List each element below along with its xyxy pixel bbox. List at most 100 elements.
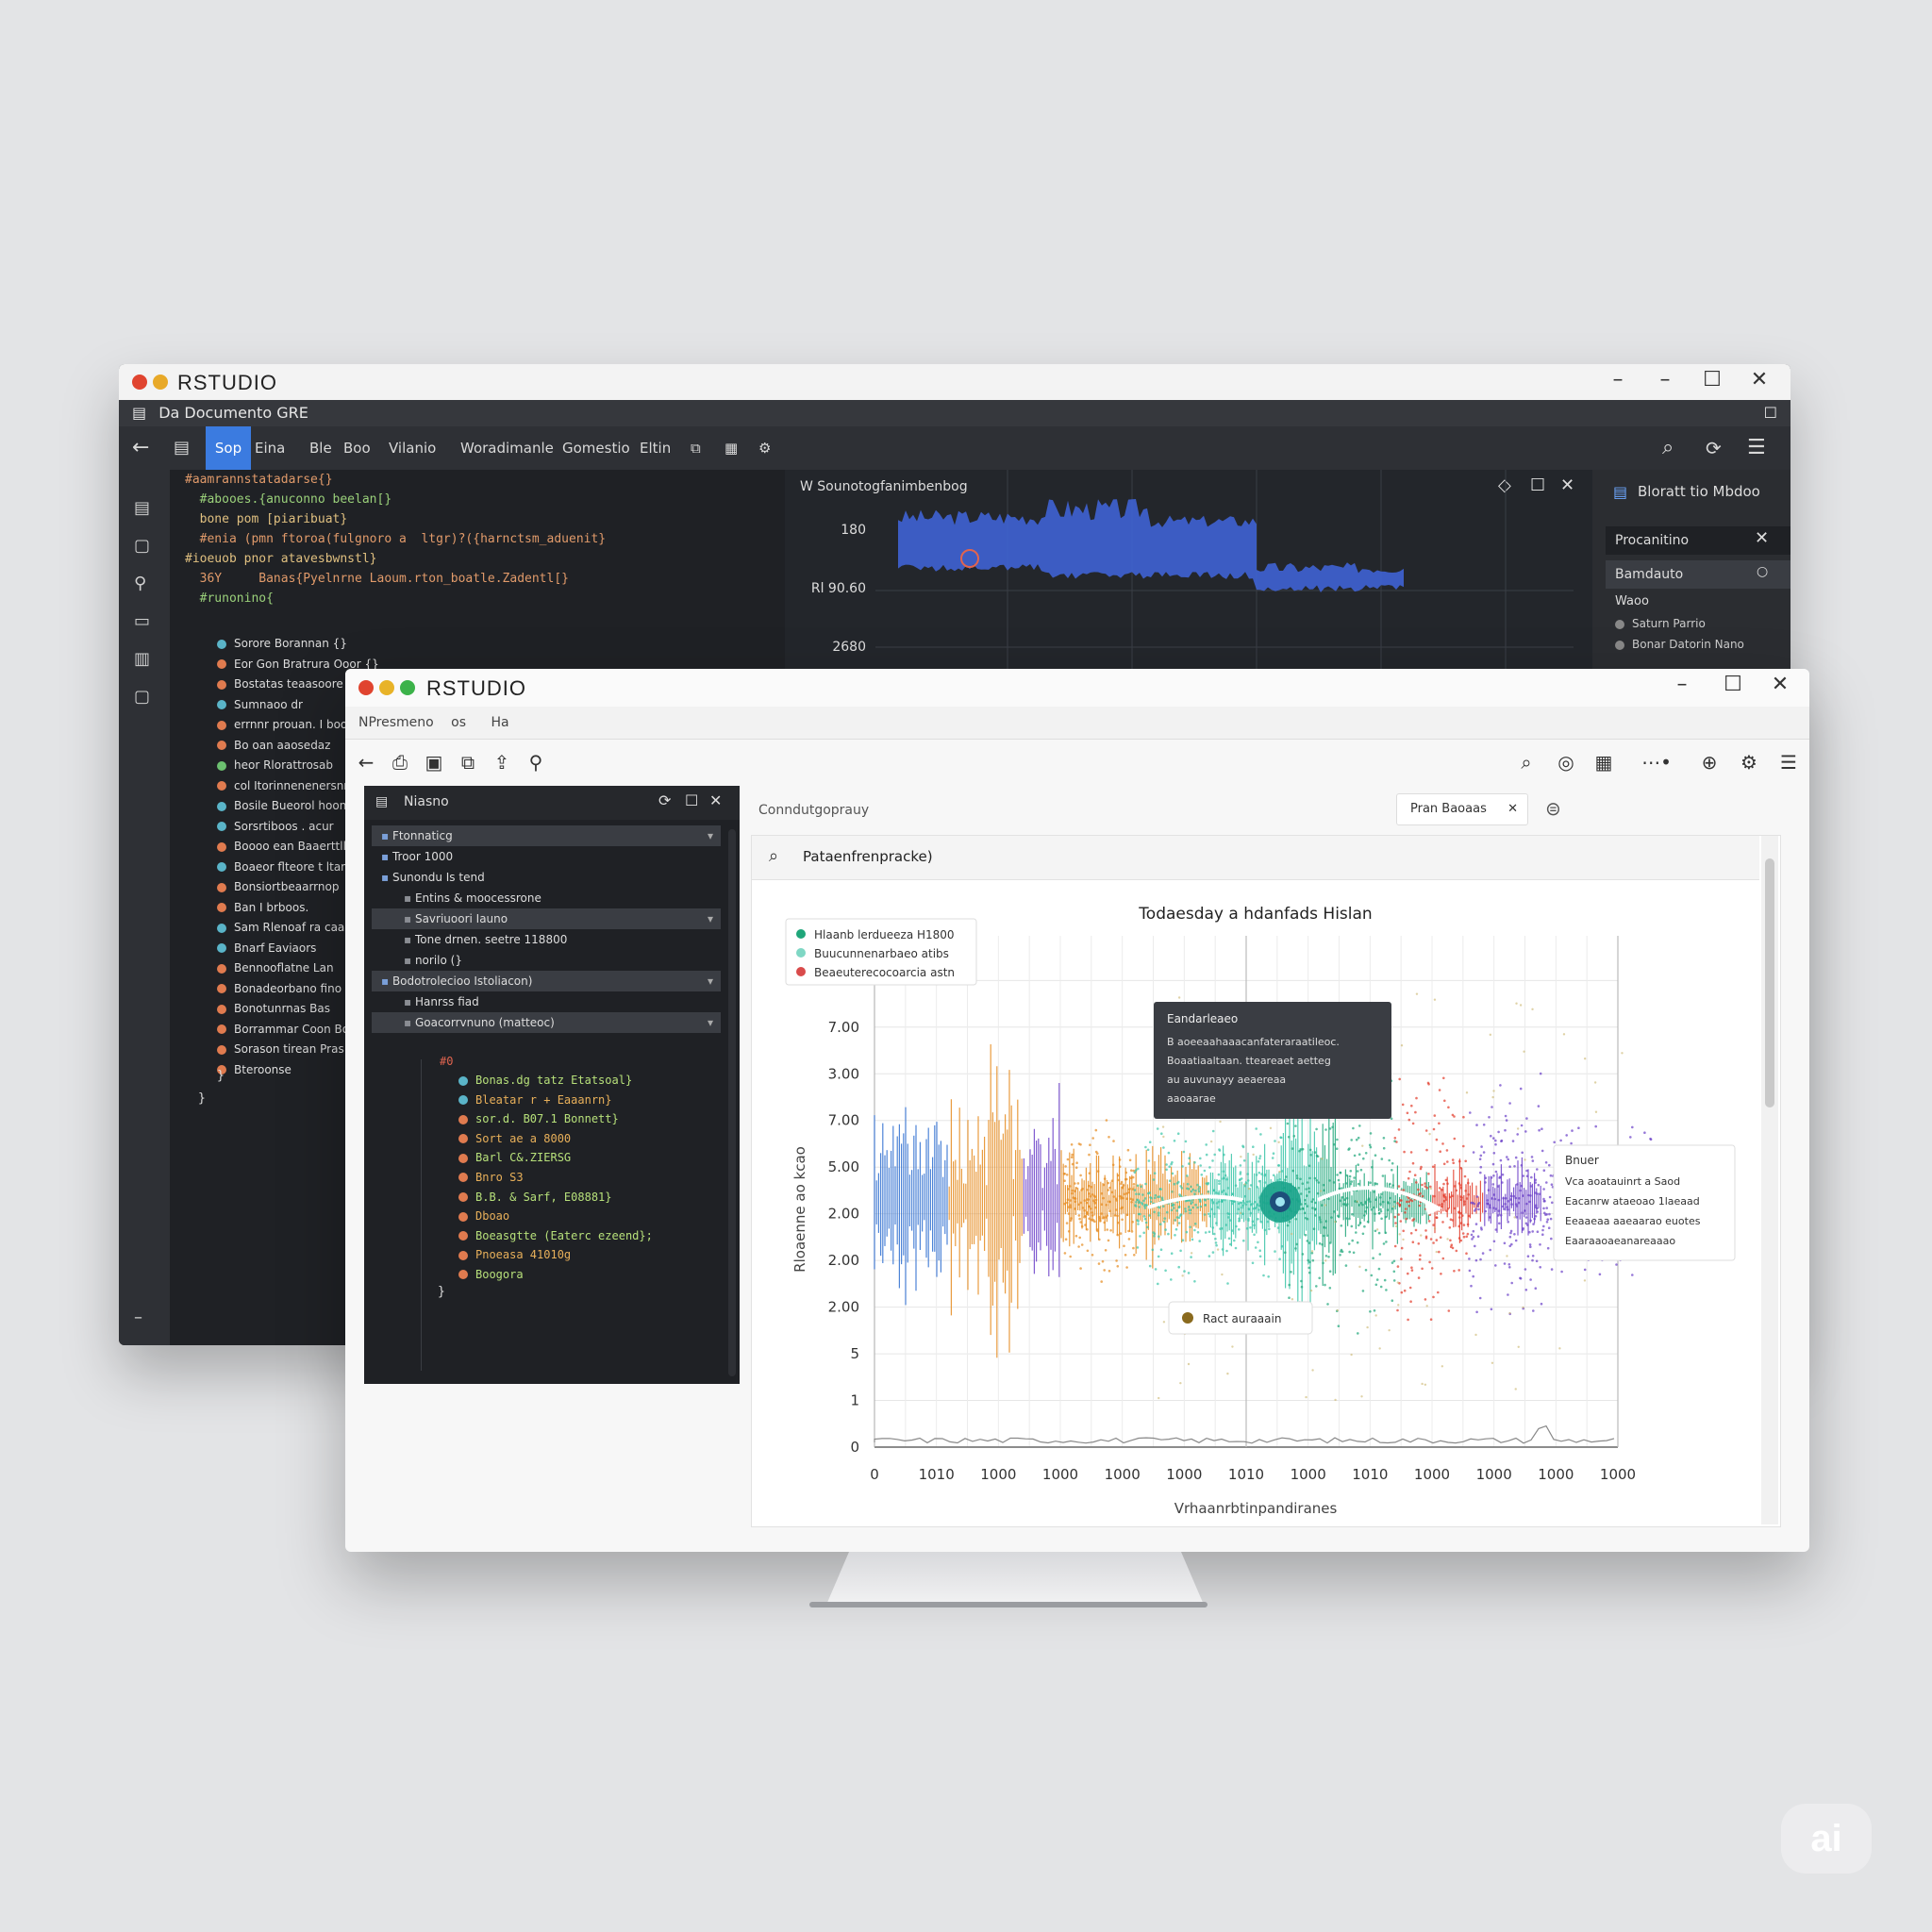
- layout-icon[interactable]: ▦: [1587, 740, 1621, 785]
- search-icon[interactable]: ⌕: [1509, 740, 1543, 785]
- puzzle-icon[interactable]: ⧉: [691, 426, 701, 470]
- scrollbar[interactable]: [1761, 836, 1778, 1524]
- scatter-point: [1074, 1166, 1078, 1169]
- scatter-point: [1442, 1199, 1446, 1203]
- share-icon[interactable]: ⊕: [1692, 740, 1726, 785]
- env-close-icon[interactable]: ✕: [1755, 528, 1769, 548]
- filter-chip[interactable]: Pran Baoaas ✕: [1396, 793, 1528, 825]
- chart-chip[interactable]: Ract auraaain: [1168, 1301, 1313, 1335]
- tree-row[interactable]: ▪ Bodotrolecioo Istoliacon) ▾: [372, 971, 721, 991]
- close-pane-icon[interactable]: ✕: [709, 791, 722, 809]
- scatter-point: [1352, 1251, 1356, 1255]
- scrollbar-thumb[interactable]: [1765, 858, 1774, 1108]
- minimize-dot[interactable]: [379, 680, 394, 695]
- scatter-point: [1128, 1187, 1131, 1191]
- minimize-icon[interactable]: –: [1594, 368, 1641, 391]
- scatter-point: [1159, 1248, 1163, 1251]
- chart-icon[interactable]: ▭: [134, 611, 150, 631]
- breadcrumb-item[interactable]: NPresmeno: [358, 715, 434, 730]
- tree-row[interactable]: ▪ Goacorrvnuno (matteoc) ▾: [372, 1012, 721, 1033]
- close-icon[interactable]: ✕: [1736, 368, 1783, 391]
- code-line: Bnro S3: [458, 1168, 653, 1188]
- collapse-icon[interactable]: –: [134, 1307, 142, 1327]
- chevron-down-icon[interactable]: ▾: [708, 908, 713, 929]
- menu-item-sop[interactable]: Sop: [206, 426, 251, 470]
- env-item[interactable]: Saturn Parrio: [1615, 617, 1706, 630]
- export-icon[interactable]: ⇪: [485, 740, 519, 785]
- list-item[interactable]: Sorore Borannan {}: [217, 634, 379, 655]
- hamburger-icon[interactable]: ☰: [1747, 426, 1766, 470]
- scatter-point: [1130, 1230, 1134, 1233]
- tree-row[interactable]: ▪ Troor 1000: [372, 846, 721, 867]
- more-icon[interactable]: ⋯•: [1628, 740, 1685, 785]
- history-icon[interactable]: ▥: [134, 649, 150, 669]
- breadcrumb-item[interactable]: Ha: [491, 715, 508, 730]
- package-icon[interactable]: ▢: [134, 687, 150, 707]
- scatter-point: [1150, 1197, 1153, 1200]
- scatter-point: [1407, 1200, 1410, 1204]
- save-icon[interactable]: ▣: [417, 740, 451, 785]
- tree-row[interactable]: ▪ Entins & moocessrone: [372, 888, 721, 908]
- scatter-point: [1380, 1158, 1384, 1160]
- scatter-point: [1547, 1226, 1551, 1229]
- refresh-icon[interactable]: ⟳: [658, 791, 671, 809]
- scatter-point: [1142, 1199, 1145, 1203]
- menu-item-ble[interactable]: Ble: [309, 426, 332, 470]
- close-dot[interactable]: [132, 375, 147, 390]
- tree-row[interactable]: ▪ norilo (}: [372, 950, 721, 971]
- print-icon[interactable]: ⎙: [383, 740, 417, 785]
- scatter-point: [1079, 1201, 1082, 1205]
- panel-icon[interactable]: ☐: [1764, 400, 1777, 426]
- chevron-down-icon[interactable]: ▾: [708, 1012, 713, 1033]
- folder-icon[interactable]: ▢: [134, 536, 150, 556]
- chevron-down-icon[interactable]: ▾: [708, 825, 713, 846]
- close-icon[interactable]: ✕: [1757, 673, 1804, 696]
- maximize-icon[interactable]: ☐: [1709, 673, 1757, 696]
- env-refresh-icon[interactable]: ○: [1757, 564, 1768, 579]
- tree-row[interactable]: ▪ Sunondu Is tend: [372, 867, 721, 888]
- scatter-point: [1559, 1139, 1562, 1142]
- menu-item-gomestio[interactable]: Gomestio: [562, 426, 630, 470]
- scatter-point: [1497, 1209, 1501, 1212]
- scatter-point: [1344, 1182, 1348, 1185]
- menu-item-woradimanle[interactable]: Woradimanle: [460, 426, 554, 470]
- user-icon[interactable]: ⚲: [519, 740, 553, 785]
- settings-icon[interactable]: ⚙: [1732, 740, 1766, 785]
- tree-row[interactable]: ▪ Savriuoori Iauno ▾: [372, 908, 721, 929]
- scatter-point: [1064, 1165, 1067, 1168]
- close-dot[interactable]: [358, 680, 374, 695]
- back-arrow-icon[interactable]: ←: [132, 426, 149, 470]
- popout-icon[interactable]: ☐: [685, 791, 698, 809]
- camera-icon[interactable]: ◎: [1549, 740, 1583, 785]
- menu-item-vilanio[interactable]: Vilanio: [389, 426, 436, 470]
- env-item[interactable]: Bonar Datorin Nano: [1615, 638, 1744, 651]
- bulb-icon[interactable]: ⚙: [758, 426, 771, 470]
- tree-row[interactable]: ▪ Tone drnen. seetre 118800: [372, 929, 721, 950]
- file-icon[interactable]: ▤: [174, 426, 190, 470]
- close-icon[interactable]: ✕: [1507, 794, 1518, 824]
- scrollbar[interactable]: [728, 829, 736, 1376]
- refresh-icon[interactable]: ⟳: [1706, 426, 1722, 470]
- files-icon[interactable]: ▤: [134, 498, 150, 518]
- tree-row[interactable]: ▪ Hanrss fiad: [372, 991, 721, 1012]
- back-arrow-icon[interactable]: ←: [349, 740, 383, 785]
- minimize-icon[interactable]: –: [1658, 673, 1706, 696]
- minimize-dot[interactable]: [153, 375, 168, 390]
- copy-icon[interactable]: ⧉: [451, 740, 485, 785]
- grid-icon[interactable]: ▦: [724, 426, 738, 470]
- maximize-icon[interactable]: ☐: [1689, 368, 1736, 391]
- bullet-icon: [217, 639, 226, 649]
- search-icon[interactable]: ⌕: [1662, 426, 1674, 470]
- help-icon[interactable]: ⊜: [1545, 797, 1561, 820]
- git-icon[interactable]: ⚲: [134, 574, 146, 593]
- menu-item-eina[interactable]: Eina: [255, 426, 285, 470]
- menu-item-boo[interactable]: Boo: [343, 426, 371, 470]
- hamburger-icon[interactable]: ☰: [1772, 740, 1806, 785]
- tree-row[interactable]: ▪ Ftonnaticg ▾: [372, 825, 721, 846]
- minimize-icon-2[interactable]: –: [1641, 368, 1689, 391]
- menu-item-eltin[interactable]: Eltin: [640, 426, 671, 470]
- zoom-dot[interactable]: [400, 680, 415, 695]
- breadcrumb-item[interactable]: os: [451, 715, 466, 730]
- chevron-down-icon[interactable]: ▾: [708, 971, 713, 991]
- scatter-point: [1364, 1200, 1368, 1204]
